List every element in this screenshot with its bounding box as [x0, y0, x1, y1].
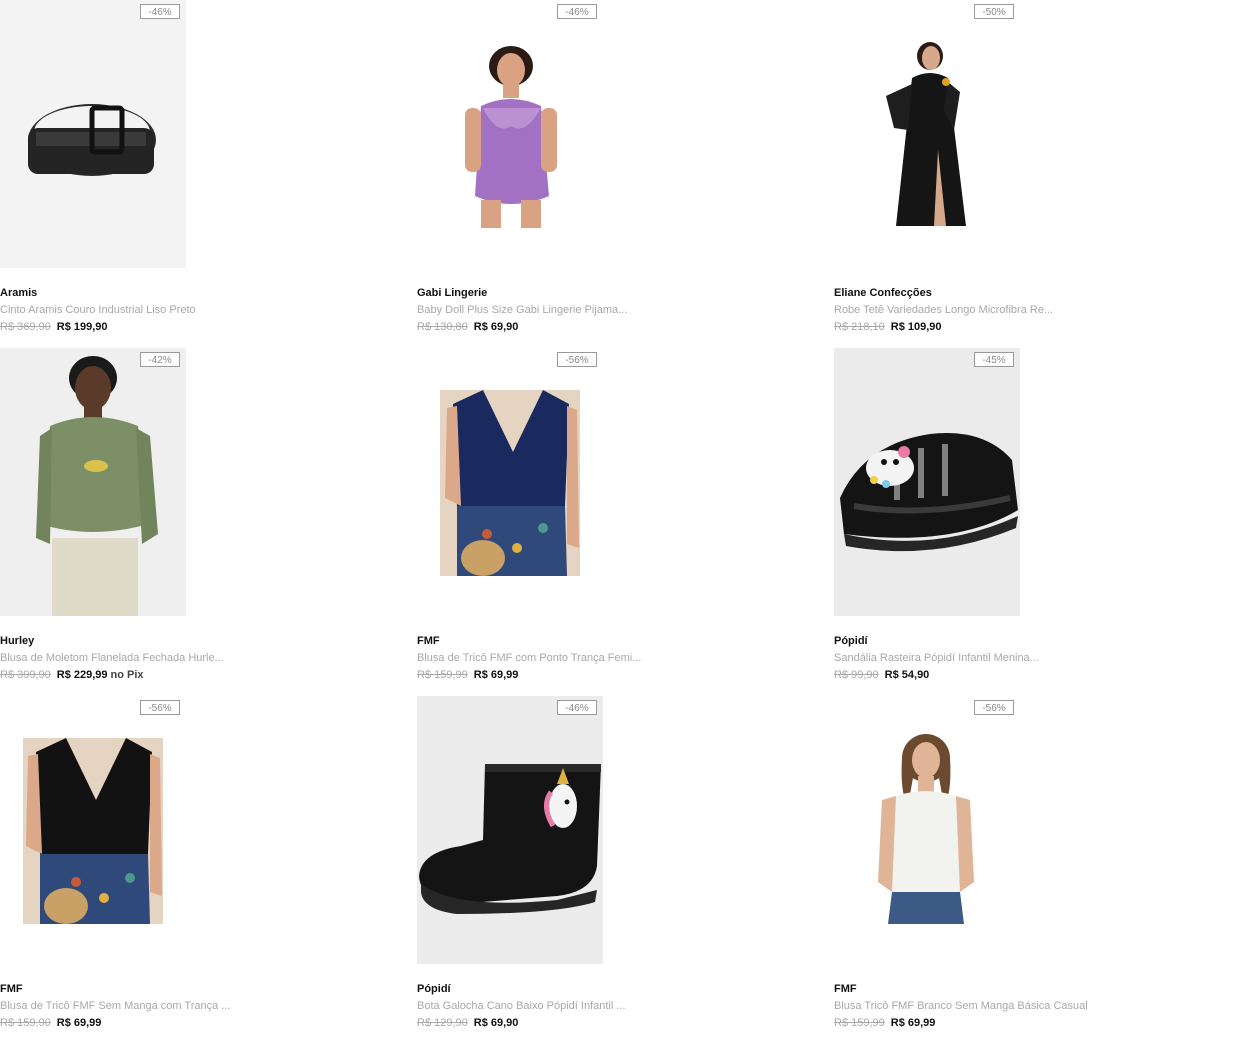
hoodie-image	[0, 348, 186, 616]
current-price: R$ 229,99	[56, 669, 108, 681]
discount-badge: -56%	[557, 352, 597, 367]
product-image[interactable]	[834, 0, 1020, 268]
old-price: R$ 99,90	[834, 669, 879, 681]
product-brand[interactable]: Pópidí	[417, 983, 451, 995]
product-title[interactable]: Cinto Aramis Couro Industrial Liso Preto	[0, 304, 196, 316]
discount-badge: -42%	[140, 352, 180, 367]
old-price: R$ 218,10	[834, 321, 885, 333]
product-image[interactable]	[0, 696, 186, 964]
discount-badge: -50%	[974, 4, 1014, 19]
current-price: R$ 54,90	[884, 669, 930, 681]
old-price: R$ 369,90	[0, 321, 51, 333]
product-prices: R$ 399,90 R$ 229,99 no Pix	[0, 669, 144, 681]
product-card[interactable]: -56% FMF Blusa Tricô FMF Branco Sem Mang…	[834, 696, 1234, 1036]
discount-badge: -46%	[140, 4, 180, 19]
product-prices: R$ 159,90 R$ 69,99	[0, 1017, 104, 1029]
product-brand[interactable]: Aramis	[0, 287, 37, 299]
current-price: R$ 69,99	[473, 669, 519, 681]
old-price: R$ 129,90	[417, 1017, 468, 1029]
current-price: R$ 109,90	[890, 321, 942, 333]
discount-badge: -56%	[140, 700, 180, 715]
product-card[interactable]: -56% FMF Blusa de Tricô FMF com Ponto Tr…	[417, 348, 817, 688]
sandal-image	[834, 348, 1020, 616]
product-image[interactable]	[0, 348, 186, 616]
product-brand[interactable]: FMF	[417, 635, 440, 647]
current-price: R$ 69,90	[473, 321, 519, 333]
product-card[interactable]: -46% Gabi Lingerie Baby Doll Plus Size G…	[417, 0, 817, 340]
product-card[interactable]: -56% FMF Blusa de Tricô FMF Sem Manga co…	[0, 696, 400, 1036]
product-title[interactable]: Blusa de Moletom Flanelada Fechada Hurle…	[0, 652, 224, 664]
old-price: R$ 130,80	[417, 321, 468, 333]
product-brand[interactable]: Gabi Lingerie	[417, 287, 487, 299]
current-price: R$ 69,99	[56, 1017, 102, 1029]
discount-badge: -56%	[974, 700, 1014, 715]
old-price: R$ 399,90	[0, 669, 51, 681]
product-title[interactable]: Robe Tetê Variedades Longo Microfibra Re…	[834, 304, 1053, 316]
product-image[interactable]	[0, 0, 186, 268]
old-price: R$ 159,90	[0, 1017, 51, 1029]
current-price: R$ 69,99	[890, 1017, 936, 1029]
product-prices: R$ 129,90 R$ 69,90	[417, 1017, 521, 1029]
product-title[interactable]: Blusa Tricô FMF Branco Sem Manga Básica …	[834, 1000, 1088, 1012]
product-title[interactable]: Bota Galocha Cano Baixo Pópidí Infantil …	[417, 1000, 626, 1012]
product-image[interactable]	[834, 348, 1020, 616]
product-prices: R$ 159,99 R$ 69,99	[417, 669, 521, 681]
discount-badge: -46%	[557, 4, 597, 19]
belt-image	[0, 0, 186, 268]
product-brand[interactable]: FMF	[0, 983, 23, 995]
rain-boot-image	[417, 696, 603, 964]
product-card[interactable]: -46% Pópidí Bota Galocha Cano Baixo Pópi…	[417, 696, 817, 1036]
product-prices: R$ 159,99 R$ 69,99	[834, 1017, 938, 1029]
product-image[interactable]	[417, 0, 603, 268]
robe-image	[834, 0, 1020, 268]
navy-top-image	[417, 348, 603, 616]
product-prices: R$ 218,10 R$ 109,90	[834, 321, 945, 333]
product-image[interactable]	[417, 348, 603, 616]
product-title[interactable]: Blusa de Tricô FMF Sem Manga com Trança …	[0, 1000, 230, 1012]
price-suffix: no Pix	[110, 669, 144, 681]
discount-badge: -45%	[974, 352, 1014, 367]
babydoll-image	[417, 0, 603, 268]
current-price: R$ 199,90	[56, 321, 108, 333]
product-prices: R$ 99,90 R$ 54,90	[834, 669, 932, 681]
product-prices: R$ 130,80 R$ 69,90	[417, 321, 521, 333]
product-card[interactable]: -50% Eliane Confecções Robe Tetê Varieda…	[834, 0, 1234, 340]
product-card[interactable]: -46% Aramis Cinto Aramis Couro Industria…	[0, 0, 400, 340]
product-prices: R$ 369,90 R$ 199,90	[0, 321, 111, 333]
product-brand[interactable]: Pópidí	[834, 635, 868, 647]
product-card[interactable]: -45% Pópidí Sandália Rasteira Pópidí Inf…	[834, 348, 1234, 688]
product-title[interactable]: Baby Doll Plus Size Gabi Lingerie Pijama…	[417, 304, 627, 316]
discount-badge: -46%	[557, 700, 597, 715]
product-image[interactable]	[417, 696, 603, 964]
product-brand[interactable]: FMF	[834, 983, 857, 995]
old-price: R$ 159,99	[834, 1017, 885, 1029]
white-top-image	[834, 696, 1020, 964]
product-title[interactable]: Blusa de Tricô FMF com Ponto Trança Femi…	[417, 652, 641, 664]
black-top-image	[0, 696, 186, 964]
current-price: R$ 69,90	[473, 1017, 519, 1029]
old-price: R$ 159,99	[417, 669, 468, 681]
product-brand[interactable]: Hurley	[0, 635, 34, 647]
product-image[interactable]	[834, 696, 1020, 964]
product-title[interactable]: Sandália Rasteira Pópidí Infantil Menina…	[834, 652, 1039, 664]
product-brand[interactable]: Eliane Confecções	[834, 287, 932, 299]
product-card[interactable]: -42% Hurley Blusa de Moletom Flanelada F…	[0, 348, 400, 688]
